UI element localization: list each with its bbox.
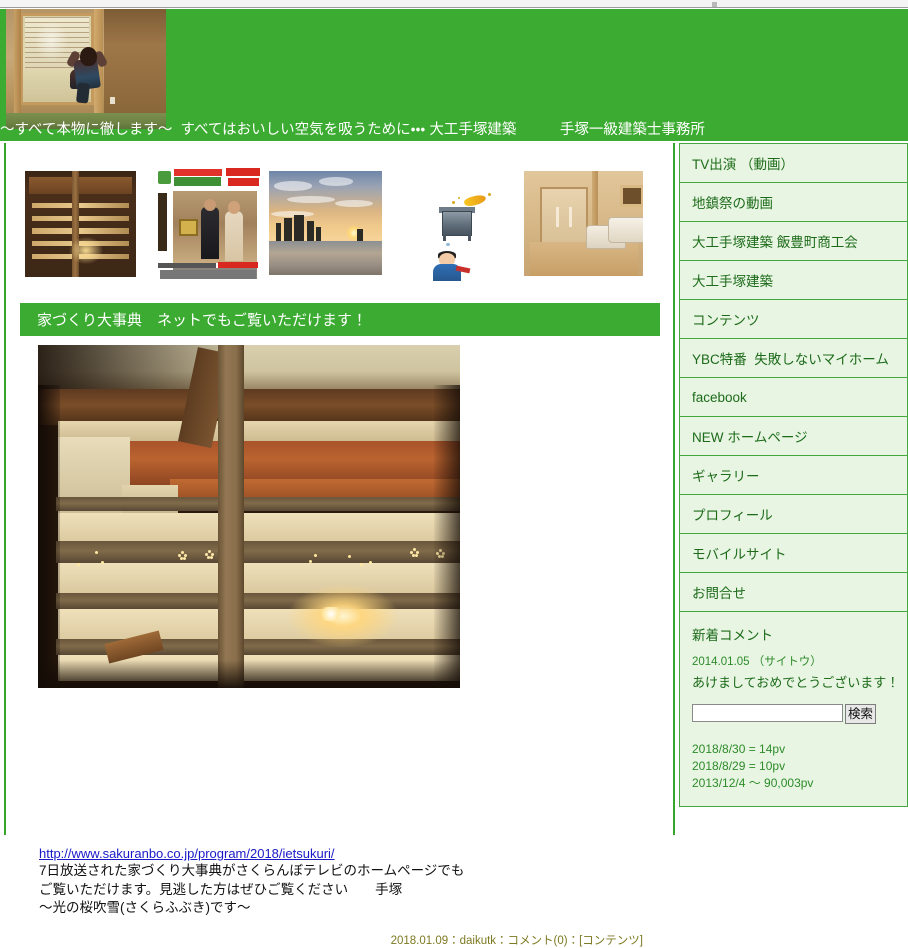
bedroom-interior-thumb[interactable] xyxy=(524,171,643,276)
pv-stat-line: 2018/8/29 = 10pv xyxy=(692,759,786,773)
post-external-link[interactable]: http://www.sakuranbo.co.jp/program/2018/… xyxy=(39,846,335,861)
sidebar-item-ybc-special[interactable]: YBC特番 失敗しないマイホーム xyxy=(679,338,908,377)
pv-stat-line: 2013/12/4 ～ 90,003pv xyxy=(692,776,814,790)
sidebar-item-label: コンテンツ xyxy=(692,313,760,328)
ranma-transom-thumb[interactable] xyxy=(25,171,136,277)
content-column: 家づくり大事典 ネットでもご覧いただけます！ http://www.sakura… xyxy=(4,143,675,947)
recent-comments-panel: 新着コメント 2014.01.05 （サイトウ） あけましておめでとうございます… xyxy=(679,611,908,807)
chrome-dot-icon xyxy=(712,2,717,7)
site-tagline: ～すべて本物に徹します～ すべてはおいしい空気を吸うために・・・ 大工手塚建築 … xyxy=(0,122,705,138)
winter-sunset-thumb[interactable] xyxy=(269,171,382,275)
sidebar-item-label: NEW ホームページ xyxy=(692,430,808,445)
sidebar-item-gallery[interactable]: ギャラリー xyxy=(679,455,908,494)
ranma-transom-main-photo[interactable] xyxy=(38,345,460,688)
sidebar-item-label: お問合せ xyxy=(692,586,746,601)
sidebar-item-tv-appearance[interactable]: TV出演 （動画） xyxy=(679,143,908,182)
sidebar-item-label: 大工手塚建築 xyxy=(692,274,773,289)
sidebar-item-jichinsai-video[interactable]: 地鎮祭の動画 xyxy=(679,182,908,221)
page-root: ～すべて本物に徹します～ すべてはおいしい空気を吸うために・・・ 大工手塚建築 … xyxy=(0,0,908,947)
browser-chrome-strip xyxy=(0,0,908,8)
sidebar-item-daiku-tezuka[interactable]: 大工手塚建築 xyxy=(679,260,908,299)
site-header: ～すべて本物に徹します～ すべてはおいしい空気を吸うために・・・ 大工手塚建築 … xyxy=(0,9,908,141)
recent-comments-title: 新着コメント xyxy=(692,628,773,643)
japanese-room-photo xyxy=(6,9,166,129)
sidebar-item-facebook[interactable]: facebook xyxy=(679,377,908,416)
search-row: 検索 xyxy=(692,704,895,724)
stove-illustration-thumb[interactable] xyxy=(416,171,510,281)
sidebar-item-iidemachi-shokokai[interactable]: 大工手塚建築 飯豊町商工会 xyxy=(679,221,908,260)
sidebar-item-label: 大工手塚建築 飯豊町商工会 xyxy=(692,235,858,250)
thumbnail-strip xyxy=(6,143,673,288)
sidebar-item-label: モバイルサイト xyxy=(692,547,787,562)
sidebar-item-label: ギャラリー xyxy=(692,469,760,484)
post-meta-line[interactable]: 2018.01.09：daikutk：コメント(0)：[コンテンツ] xyxy=(391,932,643,948)
search-button[interactable]: 検索 xyxy=(845,704,877,724)
sidebar-item-mobile-site[interactable]: モバイルサイト xyxy=(679,533,908,572)
post-body-text: 7日放送された家づくり大事典がさくらんぼテレビのホームページでも ご覧いただけま… xyxy=(39,863,465,915)
sidebar-item-label: プロフィール xyxy=(692,508,773,523)
sidebar-item-new-homepage[interactable]: NEW ホームページ xyxy=(679,416,908,455)
sidebar-item-label: TV出演 （動画） xyxy=(692,157,795,172)
sidebar-item-label: 地鎮祭の動画 xyxy=(692,196,773,211)
search-input[interactable] xyxy=(692,704,843,722)
pv-stat-line: 2018/8/30 = 14pv xyxy=(692,742,786,756)
comment-date: 2014.01.05 （サイトウ） xyxy=(692,656,822,668)
post-headline: 家づくり大事典 ネットでもご覧いただけます！ xyxy=(37,312,368,329)
comment-text[interactable]: あけましておめでとうございます！ xyxy=(692,672,899,691)
sidebar-item-label: facebook xyxy=(692,389,747,405)
sidebar-item-contact[interactable]: お問合せ xyxy=(679,572,908,611)
sidebar: TV出演 （動画） 地鎮祭の動画 大工手塚建築 飯豊町商工会 大工手塚建築 コン… xyxy=(679,143,908,837)
sidebar-item-contents[interactable]: コンテンツ xyxy=(679,299,908,338)
post-headline-bar: 家づくり大事典 ネットでもご覧いただけます！ xyxy=(20,303,660,336)
tv-program-flyer-thumb[interactable] xyxy=(154,167,262,281)
sidebar-item-profile[interactable]: プロフィール xyxy=(679,494,908,533)
sidebar-item-label: YBC特番 失敗しないマイホーム xyxy=(692,352,889,367)
